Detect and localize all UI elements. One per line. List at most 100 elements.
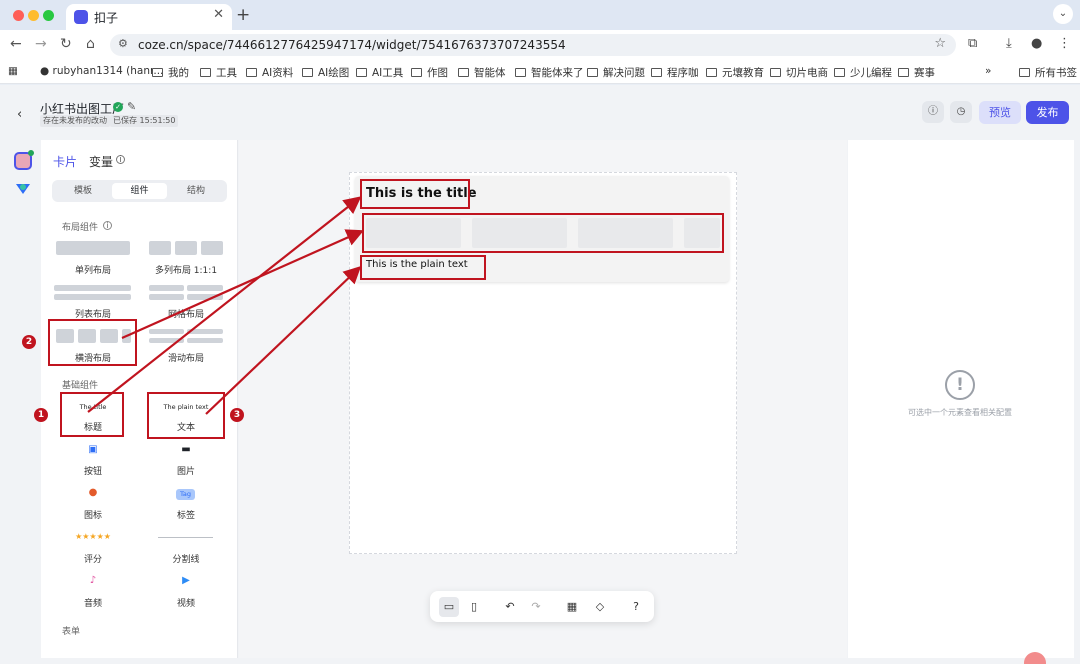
apps-grid-icon[interactable]: ▦: [8, 65, 18, 77]
multi-column-thumb[interactable]: [175, 241, 197, 255]
single-column-layout[interactable]: 单列布局: [53, 263, 133, 276]
bookmark-item[interactable]: 解决问题: [587, 65, 645, 80]
video-component[interactable]: 视频: [146, 596, 226, 609]
empty-config-hint: 可选中一个元素查看相关配置: [908, 408, 1012, 417]
bookmark-item[interactable]: 程序咖: [651, 65, 699, 80]
scroll-layout[interactable]: 滑动布局: [146, 351, 226, 364]
folder-icon: [246, 68, 257, 77]
all-bookmarks[interactable]: 所有书签: [1019, 65, 1077, 80]
divider-preview[interactable]: [158, 537, 213, 538]
new-tab-icon[interactable]: +: [236, 5, 250, 25]
audio-component[interactable]: 音频: [53, 596, 133, 609]
multi-column-thumb[interactable]: [201, 241, 223, 255]
annotation-number-2: 2: [22, 335, 36, 349]
icon-component[interactable]: 图标: [53, 508, 133, 521]
edit-icon[interactable]: ✎: [127, 100, 136, 113]
info-button[interactable]: ⓘ: [922, 101, 944, 123]
grid-layout[interactable]: 网格布局: [146, 307, 226, 320]
annotation-number-3: 3: [230, 408, 244, 422]
close-window-button[interactable]: [13, 10, 24, 21]
icon-icon[interactable]: ●: [83, 487, 103, 498]
segment-structure[interactable]: 结构: [170, 183, 222, 199]
bookmark-star-icon[interactable]: ☆: [934, 36, 946, 51]
bookmark-item[interactable]: 工具: [200, 65, 237, 80]
bookmarks-overflow-icon[interactable]: »: [985, 65, 991, 77]
tab-variable[interactable]: 变量: [89, 153, 113, 170]
bookmark-item[interactable]: AI工具: [356, 65, 403, 80]
bookmark-item[interactable]: 智能体来了: [515, 65, 584, 80]
tab-card[interactable]: 卡片: [53, 153, 77, 170]
eraser-icon[interactable]: ◇: [590, 597, 610, 617]
segment-template[interactable]: 模板: [58, 183, 108, 199]
check-icon: ✓: [113, 102, 123, 112]
grid-thumb[interactable]: [187, 285, 223, 291]
site-info-icon[interactable]: ⚙: [118, 37, 128, 50]
back-arrow-icon[interactable]: ←: [10, 36, 22, 52]
list-thumb[interactable]: [54, 294, 131, 300]
widget-icon[interactable]: [15, 182, 31, 196]
info-icon[interactable]: i: [116, 155, 125, 165]
video-play-icon[interactable]: ▶: [176, 575, 196, 586]
bookmark-item[interactable]: 元壤教育: [706, 65, 764, 80]
info-icon[interactable]: i: [103, 221, 112, 230]
tab-close-icon[interactable]: ✕: [213, 7, 224, 22]
scroll-thumb[interactable]: [149, 329, 184, 334]
music-note-icon[interactable]: ♪: [83, 575, 103, 586]
help-icon[interactable]: ?: [626, 597, 646, 617]
bookmark-item[interactable]: AI绘图: [302, 65, 349, 80]
url-text: coze.cn/space/7446612776425947174/widget…: [138, 38, 566, 52]
button-component[interactable]: 按钮: [53, 464, 133, 477]
rating-component[interactable]: 评分: [53, 552, 133, 565]
rating-stars-icon[interactable]: ★★★★★: [70, 532, 116, 541]
bookmark-item[interactable]: 作图: [411, 65, 448, 80]
home-icon[interactable]: ⌂: [86, 36, 95, 52]
forward-arrow-icon[interactable]: →: [35, 36, 47, 52]
history-button[interactable]: ◷: [950, 101, 972, 123]
download-icon[interactable]: ⤓: [1006, 36, 1012, 51]
list-thumb[interactable]: [54, 285, 131, 291]
scroll-thumb[interactable]: [187, 329, 223, 334]
undo-icon[interactable]: ↶: [500, 597, 520, 617]
grid-icon[interactable]: ▦: [562, 597, 582, 617]
bookmark-item[interactable]: 智能体: [458, 65, 506, 80]
bookmark-item[interactable]: AI资料: [246, 65, 293, 80]
preview-button[interactable]: 预览: [979, 101, 1021, 124]
desktop-view-icon[interactable]: ▭: [439, 597, 459, 617]
back-chevron-icon[interactable]: ‹: [17, 107, 22, 122]
scroll-thumb[interactable]: [149, 338, 184, 343]
grid-thumb[interactable]: [149, 285, 184, 291]
bookmark-item[interactable]: 我的: [152, 65, 189, 80]
mobile-view-icon[interactable]: ▯: [464, 597, 484, 617]
browser-menu-icon[interactable]: ⋮: [1058, 36, 1071, 51]
publish-button[interactable]: 发布: [1026, 101, 1069, 124]
tab-menu-chevron-icon[interactable]: ⌄: [1053, 4, 1073, 24]
annotation-box-title: [60, 392, 124, 437]
image-icon[interactable]: ▬: [176, 444, 196, 455]
image-component[interactable]: 图片: [146, 464, 226, 477]
redo-icon[interactable]: ↷: [526, 597, 546, 617]
grid-thumb[interactable]: [149, 294, 184, 300]
segment-component[interactable]: 组件: [112, 183, 167, 199]
bookmark-item[interactable]: 切片电商: [770, 65, 828, 80]
reload-icon[interactable]: ↻: [60, 36, 72, 52]
bookmark-item[interactable]: 少儿编程: [834, 65, 892, 80]
button-icon[interactable]: ▣: [83, 444, 103, 455]
divider-component[interactable]: 分割线: [146, 552, 226, 565]
multi-column-thumb[interactable]: [149, 241, 171, 255]
minimize-window-button[interactable]: [28, 10, 39, 21]
profile-icon[interactable]: ●: [1031, 36, 1042, 51]
multi-column-layout[interactable]: 多列布局 1:1:1: [146, 263, 226, 276]
extensions-icon[interactable]: ⧉: [968, 36, 977, 51]
address-bar[interactable]: ⚙ coze.cn/space/7446612776425947174/widg…: [110, 34, 956, 56]
browser-tab[interactable]: 扣子 ✕: [66, 4, 232, 30]
tag-preview[interactable]: Tag: [176, 489, 195, 500]
single-column-thumb[interactable]: [56, 241, 130, 255]
grid-thumb[interactable]: [187, 294, 223, 300]
bookmark-item[interactable]: 赛事: [898, 65, 935, 80]
tag-component[interactable]: 标签: [146, 508, 226, 521]
saved-status: 已保存 15:51:50: [110, 115, 179, 127]
github-icon: ●: [40, 65, 50, 77]
bookmark-github[interactable]: ● rubyhan1314 (hanr...: [40, 65, 163, 77]
maximize-window-button[interactable]: [43, 10, 54, 21]
scroll-thumb[interactable]: [187, 338, 223, 343]
